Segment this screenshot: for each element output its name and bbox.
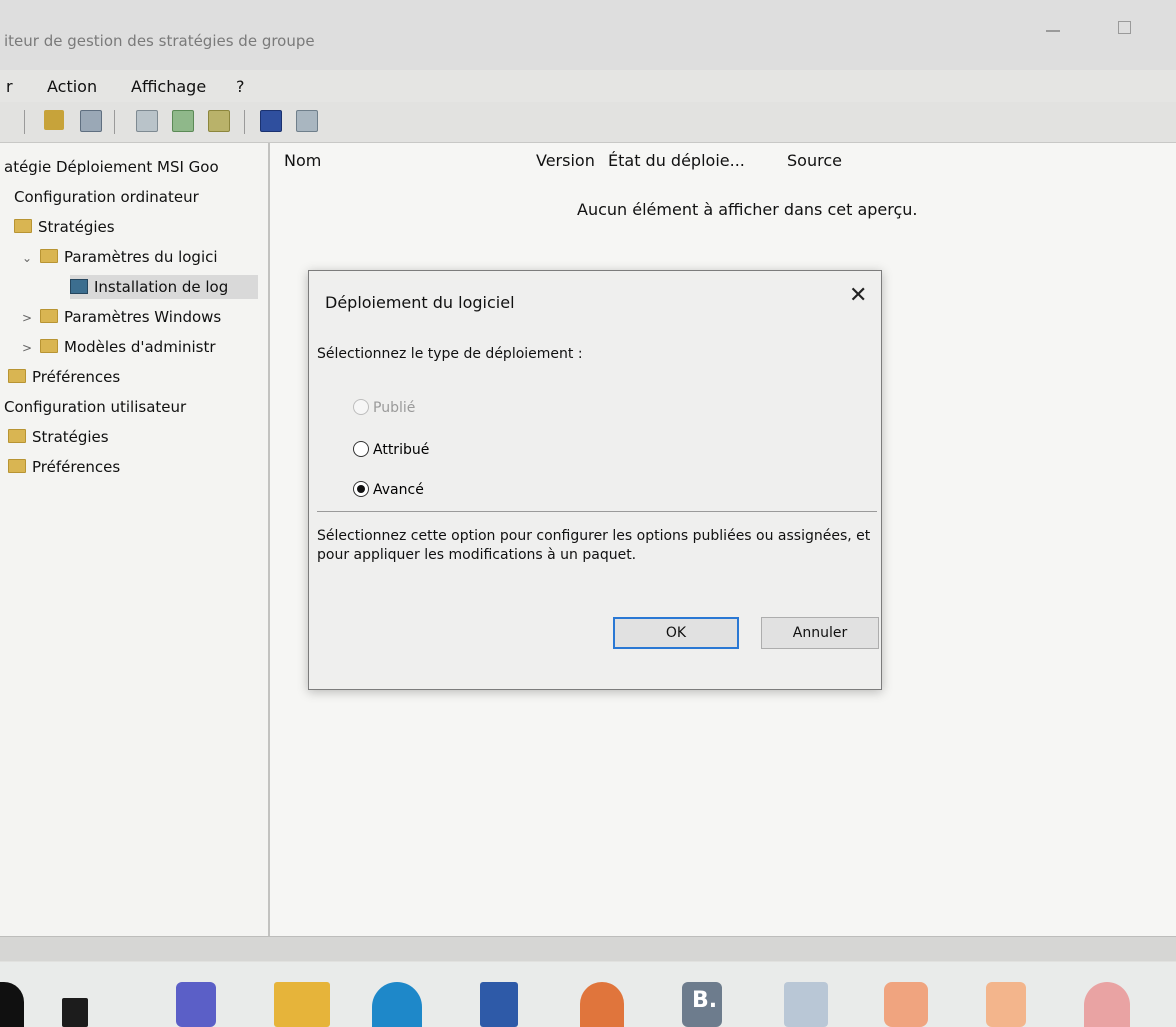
menu-affichage[interactable]: Affichage — [131, 77, 206, 96]
folder-icon — [8, 459, 26, 473]
tree-item-user-preferences[interactable]: Préférences — [8, 455, 266, 479]
empty-list-message: Aucun élément à afficher dans cet aperçu… — [577, 200, 918, 219]
chevron-down-icon[interactable]: ⌄ — [22, 246, 36, 269]
radio-button-selected-icon[interactable] — [353, 481, 369, 497]
tree-item-label: Préférences — [32, 368, 121, 386]
folder-icon — [40, 339, 58, 353]
column-header-name[interactable]: Nom — [284, 151, 321, 170]
b-app-label: B. — [692, 988, 718, 1013]
tree-item-label: Stratégies — [32, 428, 109, 446]
tree-item-label: Préférences — [32, 458, 121, 476]
tree-item-label: Modèles d'administr — [64, 338, 216, 356]
toolbar-separator — [24, 110, 25, 134]
up-folder-icon[interactable] — [44, 110, 64, 130]
refresh-icon[interactable] — [172, 110, 194, 132]
menu-bar: r Action Affichage ? — [0, 70, 1176, 102]
close-icon[interactable]: ✕ — [849, 283, 867, 308]
radio-label: Attribué — [373, 442, 430, 458]
menu-help[interactable]: ? — [236, 77, 245, 96]
tree-item-computer-preferences[interactable]: Préférences — [8, 365, 266, 389]
tree-item-label: Paramètres Windows — [64, 308, 222, 326]
title-bar: iteur de gestion des stratégies de group… — [0, 0, 1176, 70]
radio-button-icon[interactable] — [353, 441, 369, 457]
tree-item-label: Configuration ordinateur — [14, 188, 199, 206]
software-install-icon — [70, 279, 88, 294]
brave-icon[interactable] — [884, 982, 928, 1027]
tree-item-windows-settings[interactable]: > Paramètres Windows — [22, 305, 266, 329]
folder-icon — [8, 369, 26, 383]
tree-item-label: Stratégies — [38, 218, 115, 236]
option-description: Sélectionnez cette option pour configure… — [317, 528, 871, 563]
tree-item-label: atégie Déploiement MSI Goo — [4, 158, 219, 176]
chevron-right-icon[interactable]: > — [22, 306, 36, 329]
console-tree: atégie Déploiement MSI Goo Configuration… — [0, 143, 270, 1027]
deployment-type-prompt: Sélectionnez le type de déploiement : — [317, 346, 583, 362]
column-header-deploy-state[interactable]: État du déploie... — [608, 151, 745, 170]
toolbar-separator — [114, 110, 115, 134]
teams-icon[interactable] — [176, 982, 216, 1027]
radio-label: Avancé — [373, 482, 424, 498]
chevron-right-icon[interactable]: > — [22, 336, 36, 359]
taskbar: B. — [0, 962, 1176, 1027]
folder-icon — [14, 219, 32, 233]
toolbar — [0, 102, 1176, 143]
radio-button-icon[interactable] — [353, 399, 369, 415]
radio-advanced[interactable]: Avancé — [353, 481, 424, 503]
dropbox-icon[interactable] — [784, 982, 828, 1027]
edge-icon[interactable] — [372, 982, 422, 1027]
properties-icon[interactable] — [136, 110, 158, 132]
toolbar-separator — [244, 110, 245, 134]
tree-item-label: Paramètres du logici — [64, 248, 218, 266]
export-list-icon[interactable] — [208, 110, 230, 132]
minimize-icon[interactable] — [1046, 30, 1060, 32]
start-icon[interactable] — [0, 982, 24, 1027]
dialog-separator — [317, 511, 877, 512]
window-title: iteur de gestion des stratégies de group… — [4, 32, 315, 50]
radio-label: Publié — [373, 400, 416, 416]
folder-icon — [8, 429, 26, 443]
folder-icon — [40, 249, 58, 263]
ok-button[interactable]: OK — [613, 617, 739, 649]
radio-assigned[interactable]: Attribué — [353, 441, 429, 463]
tree-item-computer-config[interactable]: Configuration ordinateur — [14, 185, 266, 209]
maximize-icon[interactable] — [1118, 21, 1131, 34]
view-icon[interactable] — [296, 110, 318, 132]
status-bar — [0, 936, 1176, 961]
radio-published[interactable]: Publié — [353, 399, 415, 421]
show-hide-tree-icon[interactable] — [80, 110, 102, 132]
tree-item-label: Installation de log — [94, 278, 229, 296]
tree-item-computer-policies[interactable]: Stratégies — [14, 215, 266, 239]
tree-item-gpo-root[interactable]: atégie Déploiement MSI Goo — [4, 155, 266, 179]
dialog-title: Déploiement du logiciel — [325, 293, 515, 312]
menu-file-fragment[interactable]: r — [6, 77, 13, 96]
p-app-icon[interactable] — [1084, 982, 1130, 1027]
b-app-icon[interactable]: B. — [682, 982, 722, 1027]
task-view-icon[interactable] — [62, 998, 88, 1027]
desktop-screen: iteur de gestion des stratégies de group… — [0, 0, 1176, 1027]
tree-item-user-policies[interactable]: Stratégies — [8, 425, 266, 449]
tree-item-admin-templates[interactable]: > Modèles d'administr — [22, 335, 266, 359]
column-header-version[interactable]: Version — [536, 151, 595, 170]
tree-item-software-settings[interactable]: ⌄ Paramètres du logici — [22, 245, 266, 269]
cancel-button[interactable]: Annuler — [761, 617, 879, 649]
tree-item-label: Configuration utilisateur — [4, 398, 187, 416]
tree-item-user-config[interactable]: Configuration utilisateur — [4, 395, 266, 419]
folder-icon — [40, 309, 58, 323]
column-header-source[interactable]: Source — [787, 151, 842, 170]
radio-dot — [357, 485, 365, 493]
firefox-icon[interactable] — [580, 982, 624, 1027]
store-icon[interactable] — [480, 982, 518, 1027]
file-explorer-icon[interactable] — [274, 982, 330, 1027]
help-icon[interactable] — [260, 110, 282, 132]
menu-action[interactable]: Action — [47, 77, 97, 96]
software-deployment-dialog: Déploiement du logiciel ✕ Sélectionnez l… — [308, 270, 882, 690]
blogger-icon[interactable] — [986, 982, 1026, 1027]
tree-item-software-installation[interactable]: Installation de log — [70, 275, 258, 299]
